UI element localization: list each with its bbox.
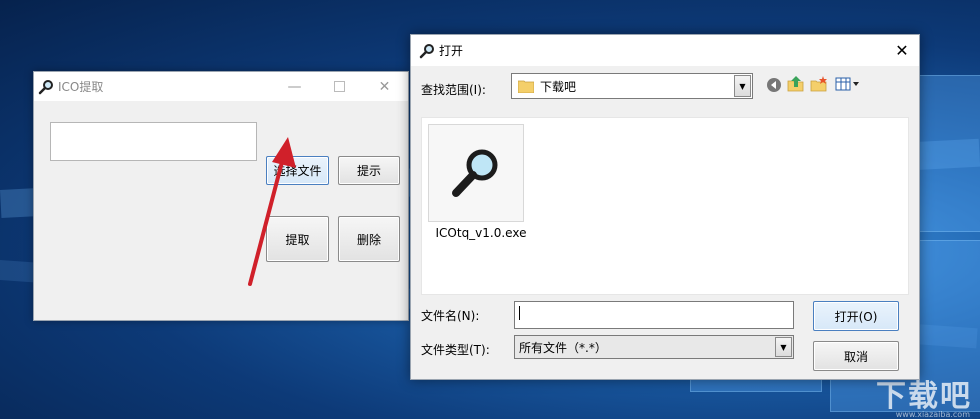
file-path-input[interactable] [50, 122, 257, 161]
ico-window-title: ICO提取 [58, 80, 104, 94]
open-file-dialog: 打开 ✕ 查找范围(I): 下载吧 ▼ ICOtq_v1.0.exe 文件名(N… [410, 34, 920, 380]
look-in-label: 查找范围(I): [421, 83, 486, 97]
chevron-down-icon[interactable]: ▼ [775, 337, 792, 357]
extract-label: 提取 [285, 232, 310, 247]
cancel-button[interactable]: 取消 [813, 341, 899, 371]
magnifier-icon [419, 43, 434, 58]
filename-label: 文件名(N): [421, 309, 480, 323]
look-in-select[interactable]: 下载吧 ▼ [511, 73, 753, 99]
close-icon[interactable]: ✕ [362, 72, 407, 101]
ico-window-body: 选择文件 提示 提取 删除 [34, 101, 408, 319]
select-file-label: 选择文件 [273, 164, 322, 178]
ico-title-bar[interactable]: ICO提取 — ✕ [34, 72, 408, 101]
open-label: 打开(O) [834, 309, 878, 324]
view-menu-icon[interactable] [835, 76, 861, 94]
delete-button[interactable]: 删除 [338, 216, 400, 262]
up-folder-icon[interactable] [787, 75, 805, 93]
hint-label: 提示 [356, 164, 381, 178]
minimize-icon[interactable]: — [272, 72, 317, 101]
dialog-title: 打开 [439, 44, 464, 58]
hint-button[interactable]: 提示 [338, 156, 400, 185]
close-icon[interactable]: ✕ [885, 35, 919, 66]
magnifier-icon [38, 79, 53, 94]
filename-input[interactable] [514, 301, 794, 329]
magnifier-app-icon [452, 149, 498, 197]
ico-extract-window: ICO提取 — ✕ 选择文件 提示 提取 删除 [33, 71, 409, 321]
file-item[interactable] [428, 124, 524, 222]
back-icon[interactable] [765, 76, 783, 94]
filetype-value: 所有文件（*.*） [519, 340, 607, 355]
extract-button[interactable]: 提取 [266, 216, 329, 262]
text-caret [519, 306, 520, 320]
open-button[interactable]: 打开(O) [813, 301, 899, 331]
file-name: ICOtq_v1.0.exe [435, 226, 527, 240]
filetype-label: 文件类型(T): [421, 343, 490, 357]
delete-label: 删除 [356, 232, 381, 247]
look-in-value: 下载吧 [540, 79, 577, 94]
filetype-select[interactable]: 所有文件（*.*） ▼ [514, 335, 794, 359]
folder-icon [518, 80, 534, 93]
watermark-url: www.xiazaiba.com [895, 410, 970, 419]
cancel-label: 取消 [843, 349, 868, 364]
maximize-icon[interactable] [317, 72, 362, 101]
chevron-down-icon[interactable]: ▼ [734, 75, 751, 97]
new-folder-icon[interactable] [810, 75, 828, 93]
file-list-area[interactable]: ICOtq_v1.0.exe [421, 117, 909, 295]
dialog-title-bar[interactable]: 打开 ✕ [411, 35, 919, 66]
select-file-button[interactable]: 选择文件 [266, 156, 329, 185]
